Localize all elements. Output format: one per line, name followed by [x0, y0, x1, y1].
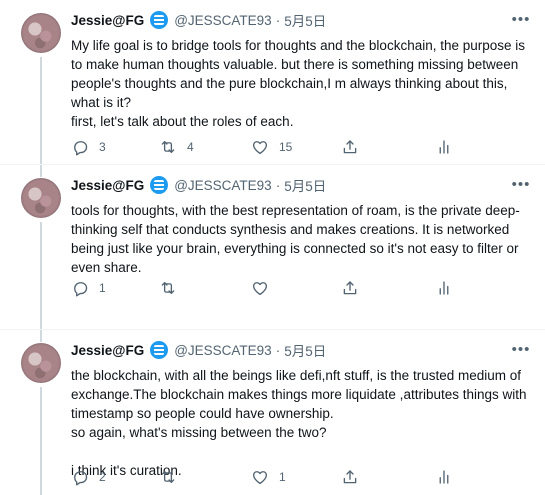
author-handle[interactable]: @JESSCATE93	[174, 343, 272, 358]
author-handle[interactable]: @JESSCATE93	[174, 13, 272, 28]
tweet-header: Jessie@FG @JESSCATE93 · 5月5日 •••	[71, 338, 531, 362]
thread-connector-line	[40, 222, 42, 342]
tweet-body: My life goal is to bridge tools for thou…	[71, 36, 531, 131]
like-count: 15	[279, 140, 293, 154]
heart-icon	[251, 468, 269, 486]
tweet-text: the blockchain, with all the beings like…	[71, 368, 527, 478]
reply-icon	[71, 138, 89, 156]
more-options-icon[interactable]: •••	[511, 175, 531, 195]
share-button[interactable]	[341, 277, 359, 299]
retweet-button[interactable]: 4	[159, 136, 194, 158]
reply-count: 3	[99, 140, 106, 154]
tweet-actions: 2 1	[71, 466, 531, 488]
verified-badge-icon	[150, 176, 169, 194]
tweet[interactable]: Jessie@FG @JESSCATE93 · 5月5日 ••• the blo…	[0, 329, 545, 495]
tweet-actions: 3 4 15	[71, 136, 531, 158]
tweet-content: Jessie@FG @JESSCATE93 · 5月5日 ••• the blo…	[71, 338, 531, 480]
author-name[interactable]: Jessie@FG	[71, 13, 144, 28]
tweet[interactable]: Jessie@FG @JESSCATE93 · 5月5日 ••• My life…	[0, 0, 545, 177]
retweet-button[interactable]	[159, 466, 187, 488]
share-button[interactable]	[341, 136, 359, 158]
tweet-header: Jessie@FG @JESSCATE93 · 5月5日 •••	[71, 8, 531, 32]
more-options-icon[interactable]: •••	[511, 10, 531, 30]
like-button[interactable]: 15	[251, 136, 292, 158]
reply-icon	[71, 279, 89, 297]
separator-dot: ·	[275, 12, 281, 28]
tweet-content: Jessie@FG @JESSCATE93 · 5月5日 ••• My life…	[71, 8, 531, 131]
reply-count: 1	[99, 281, 106, 295]
like-button[interactable]: 1	[251, 466, 286, 488]
reply-button[interactable]: 1	[71, 277, 106, 299]
tweet-actions: 1	[71, 277, 531, 299]
separator-dot: ·	[275, 177, 281, 193]
reply-button[interactable]: 2	[71, 466, 106, 488]
reply-count: 2	[99, 470, 106, 484]
tweet-date[interactable]: 5月5日	[284, 175, 326, 195]
analytics-icon	[435, 468, 453, 486]
analytics-button[interactable]	[435, 466, 453, 488]
tweet-date[interactable]: 5月5日	[284, 10, 326, 30]
avatar[interactable]	[21, 13, 61, 53]
avatar[interactable]	[21, 343, 61, 383]
tweet-text: My life goal is to bridge tools for thou…	[71, 38, 526, 129]
thread-connector-line	[40, 57, 42, 177]
analytics-button[interactable]	[435, 136, 453, 158]
author-name[interactable]: Jessie@FG	[71, 178, 144, 193]
tweet[interactable]: Jessie@FG @JESSCATE93 · 5月5日 ••• tools f…	[0, 164, 545, 342]
share-button[interactable]	[341, 466, 359, 488]
like-button[interactable]	[251, 277, 279, 299]
reply-button[interactable]: 3	[71, 136, 106, 158]
tweet-content: Jessie@FG @JESSCATE93 · 5月5日 ••• tools f…	[71, 173, 531, 277]
retweet-button[interactable]	[159, 277, 187, 299]
analytics-button[interactable]	[435, 277, 453, 299]
reply-icon	[71, 468, 89, 486]
tweet-date[interactable]: 5月5日	[284, 340, 326, 360]
avatar-column	[0, 0, 66, 177]
analytics-icon	[435, 279, 453, 297]
heart-icon	[251, 279, 269, 297]
author-name[interactable]: Jessie@FG	[71, 343, 144, 358]
avatar-column	[0, 165, 66, 342]
retweet-icon	[159, 138, 177, 156]
like-count: 1	[279, 470, 286, 484]
tweet-text: tools for thoughts, with the best repres…	[71, 203, 520, 275]
verified-badge-icon	[150, 341, 169, 359]
retweet-count: 4	[187, 140, 194, 154]
retweet-icon	[159, 279, 177, 297]
retweet-icon	[159, 468, 177, 486]
heart-icon	[251, 138, 269, 156]
separator-dot: ·	[275, 342, 281, 358]
thread-connector-line	[40, 387, 42, 495]
avatar[interactable]	[21, 178, 61, 218]
author-handle[interactable]: @JESSCATE93	[174, 178, 272, 193]
tweet-body: the blockchain, with all the beings like…	[71, 366, 531, 480]
verified-badge-icon	[150, 11, 169, 29]
tweet-body: tools for thoughts, with the best repres…	[71, 201, 531, 277]
share-icon	[341, 468, 359, 486]
share-icon	[341, 279, 359, 297]
tweet-header: Jessie@FG @JESSCATE93 · 5月5日 •••	[71, 173, 531, 197]
avatar-column	[0, 330, 66, 495]
more-options-icon[interactable]: •••	[511, 340, 531, 360]
tweet-thread: Jessie@FG @JESSCATE93 · 5月5日 ••• My life…	[0, 0, 545, 495]
share-icon	[341, 138, 359, 156]
analytics-icon	[435, 138, 453, 156]
